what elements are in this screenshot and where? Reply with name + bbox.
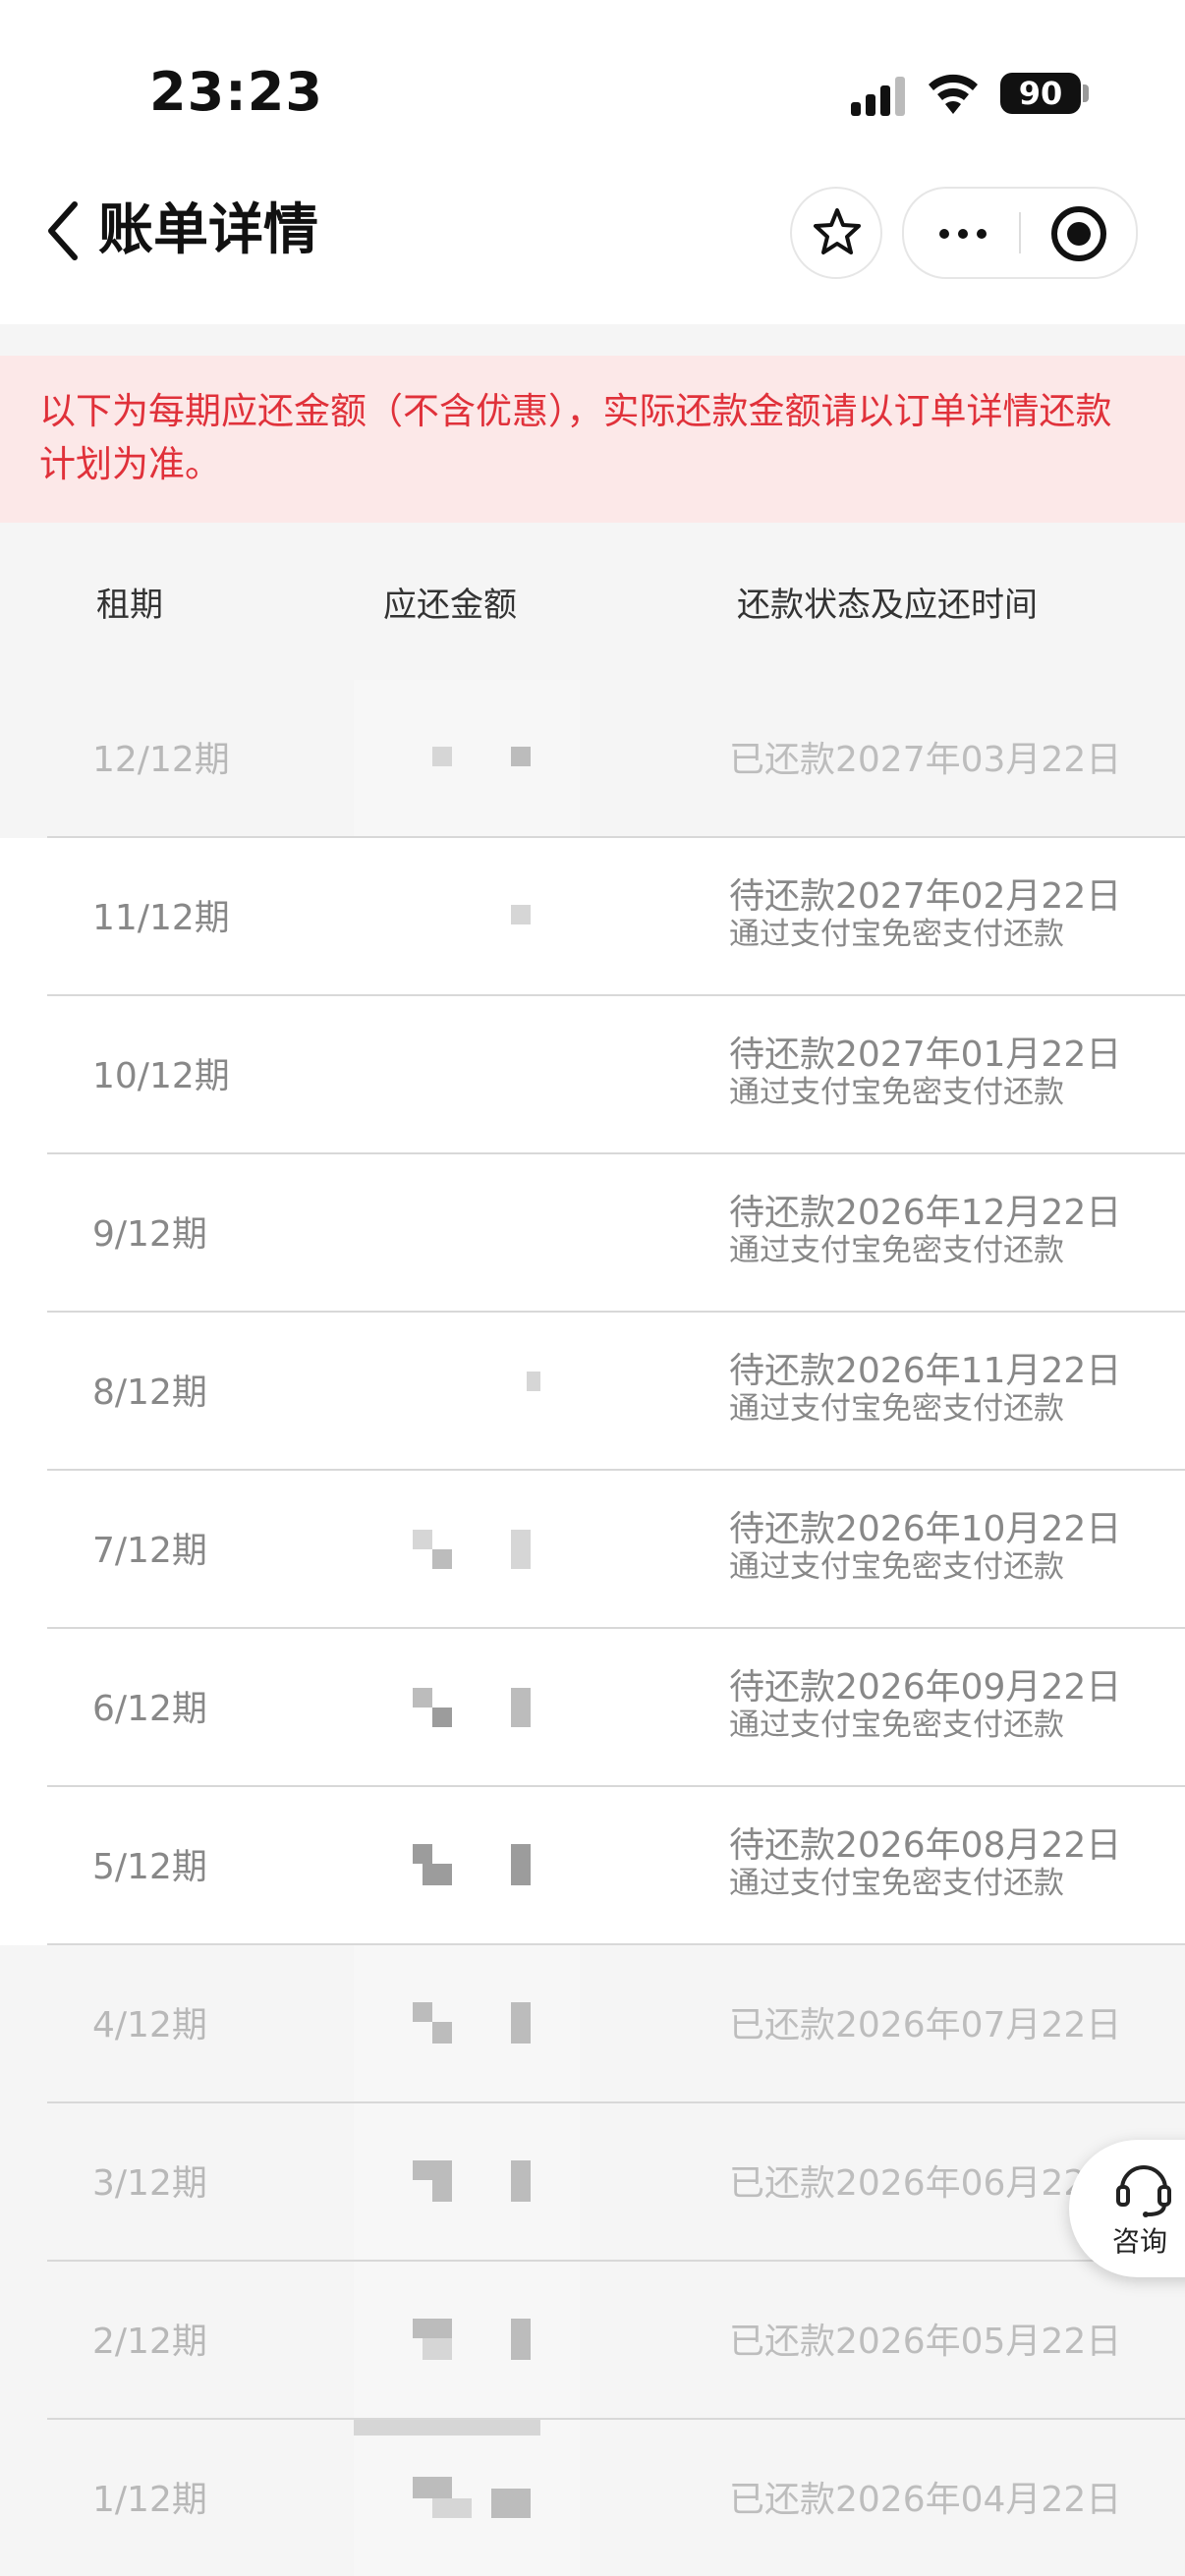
- amount-masked: [354, 838, 580, 996]
- installment-list: 12/12期 已还款2027年03月22日 11/12期 待还款2027年02月…: [0, 680, 1185, 2576]
- table-row: 12/12期 已还款2027年03月22日: [0, 680, 1185, 838]
- row-pay-method: 通过支付宝免密支付还款: [729, 1233, 1064, 1268]
- amount-masked: [354, 1471, 580, 1629]
- row-status: 已还款2026年04月22日: [729, 2480, 1122, 2520]
- row-term: 3/12期: [92, 2163, 207, 2204]
- row-pay-method: 通过支付宝免密支付还款: [729, 1866, 1064, 1901]
- row-pay-method: 通过支付宝免密支付还款: [729, 1549, 1064, 1585]
- status-bar: 23:23 90: [0, 0, 1185, 167]
- row-term: 10/12期: [92, 1056, 230, 1096]
- amount-masked: [354, 2262, 580, 2420]
- table-header: 租期 应还金额 还款状态及应还时间: [0, 523, 1185, 680]
- wifi-icon: [929, 74, 978, 114]
- row-term: 2/12期: [92, 2322, 207, 2362]
- more-dots-icon[interactable]: [904, 189, 1020, 277]
- row-status: 已还款2026年06月22日: [729, 2163, 1122, 2204]
- row-pay-method: 通过支付宝免密支付还款: [729, 1708, 1064, 1743]
- table-row: 11/12期 待还款2027年02月22日 通过支付宝免密支付还款: [0, 838, 1185, 996]
- headset-icon: [1116, 2165, 1171, 2217]
- row-status: 已还款2027年03月22日: [729, 740, 1122, 780]
- amount-masked: [354, 2420, 580, 2576]
- row-term: 9/12期: [92, 1214, 207, 1255]
- amount-masked: [354, 1154, 580, 1313]
- consult-label: 咨询: [1112, 2225, 1168, 2258]
- favorite-button[interactable]: [790, 187, 882, 279]
- table-row: 3/12期 已还款2026年06月22日: [0, 2103, 1185, 2262]
- table-row: 7/12期 待还款2026年10月22日 通过支付宝免密支付还款: [0, 1471, 1185, 1629]
- row-term: 6/12期: [92, 1689, 207, 1729]
- table-row: 1/12期 已还款2026年04月22日: [0, 2420, 1185, 2576]
- amount-masked: [354, 1945, 580, 2103]
- star-icon: [814, 208, 861, 254]
- amount-masked: [354, 996, 580, 1154]
- table-row: 2/12期 已还款2026年05月22日: [0, 2262, 1185, 2420]
- row-term: 4/12期: [92, 2005, 207, 2045]
- row-term: 1/12期: [92, 2480, 207, 2520]
- row-status: 已还款2026年07月22日: [729, 2005, 1122, 2045]
- row-term: 8/12期: [92, 1372, 207, 1413]
- status-time: 23:23: [149, 61, 323, 123]
- row-status: 已还款2026年05月22日: [729, 2322, 1122, 2362]
- amount-masked: [354, 680, 580, 838]
- page-title: 账单详情: [98, 198, 318, 262]
- table-row: 8/12期 待还款2026年11月22日 通过支付宝免密支付还款: [0, 1313, 1185, 1471]
- row-term: 7/12期: [92, 1531, 207, 1571]
- table-row: 4/12期 已还款2026年07月22日: [0, 1945, 1185, 2103]
- table-row: 9/12期 待还款2026年12月22日 通过支付宝免密支付还款: [0, 1154, 1185, 1313]
- target-close-icon[interactable]: [1020, 189, 1136, 277]
- battery-indicator: 90: [1000, 73, 1081, 114]
- row-pay-method: 通过支付宝免密支付还款: [729, 1075, 1064, 1110]
- row-term: 11/12期: [92, 898, 230, 938]
- notice-banner: 以下为每期应还金额（不含优惠），实际还款金额请以订单详情还款计划为准。: [0, 356, 1185, 523]
- amount-masked: [354, 1787, 580, 1945]
- bill-detail-page: 23:23 90 账单详情 以下为每期应还金额（不含优惠），实际还款金额请以订单…: [0, 0, 1185, 2576]
- nav-bar: 账单详情: [0, 167, 1185, 324]
- amount-masked: [354, 2103, 580, 2262]
- mini-program-capsule: [902, 187, 1138, 279]
- header-term: 租期: [96, 586, 163, 625]
- table-row: 10/12期 待还款2027年01月22日 通过支付宝免密支付还款: [0, 996, 1185, 1154]
- row-term: 5/12期: [92, 1847, 207, 1887]
- table-row: 5/12期 待还款2026年08月22日 通过支付宝免密支付还款: [0, 1787, 1185, 1945]
- amount-masked: [354, 1313, 580, 1471]
- row-term: 12/12期: [92, 740, 230, 780]
- cellular-signal-icon: [851, 77, 908, 116]
- header-amount: 应还金额: [383, 586, 517, 625]
- chevron-left-icon[interactable]: [39, 196, 88, 265]
- row-pay-method: 通过支付宝免密支付还款: [729, 917, 1064, 952]
- row-pay-method: 通过支付宝免密支付还款: [729, 1391, 1064, 1427]
- amount-masked: [354, 1629, 580, 1787]
- table-row: 6/12期 待还款2026年09月22日 通过支付宝免密支付还款: [0, 1629, 1185, 1787]
- battery-tip: [1083, 84, 1089, 102]
- notice-text: 以下为每期应还金额（不含优惠），实际还款金额请以订单详情还款计划为准。: [39, 390, 1112, 485]
- header-status: 还款状态及应还时间: [737, 586, 1038, 625]
